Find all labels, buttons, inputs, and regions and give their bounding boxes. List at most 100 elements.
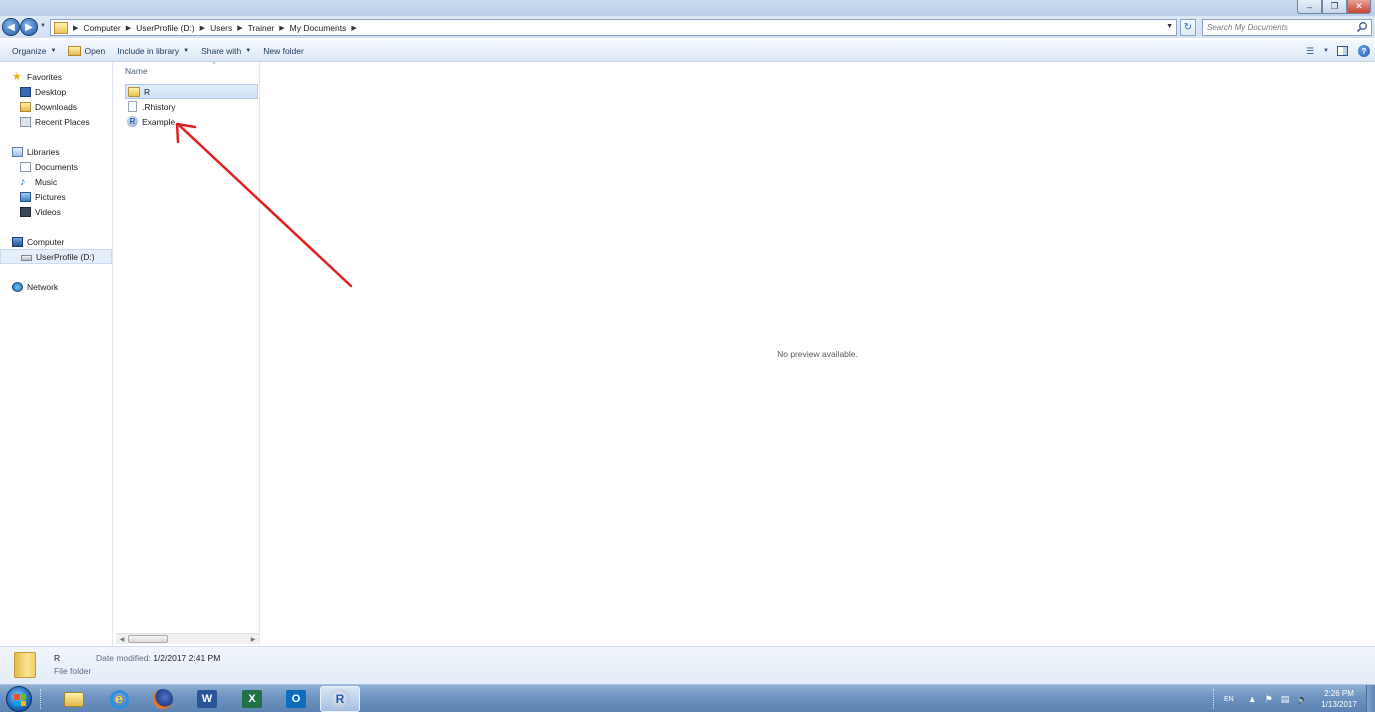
details-pane: R File folder Date modified: 1/2/2017 2:… [0, 646, 1375, 684]
show-hidden-icons-icon[interactable]: ▲ [1248, 694, 1257, 704]
minimize-button[interactable]: – [1297, 0, 1322, 14]
nav-computer[interactable]: Computer [12, 234, 112, 249]
taskbar-word[interactable]: W [187, 686, 227, 712]
nav-documents[interactable]: Documents [20, 159, 112, 174]
nav-downloads[interactable]: Downloads [20, 99, 112, 114]
clock[interactable]: 2:26 PM 1/13/2017 [1314, 688, 1364, 710]
scroll-left-icon[interactable]: ◀ [116, 636, 128, 643]
breadcrumb-separator-icon[interactable]: ▶ [279, 24, 284, 32]
include-in-library-button[interactable]: Include in library ▼ [111, 41, 195, 61]
windows-explorer-icon [64, 691, 84, 707]
sort-indicator-icon: ⌃ [211, 62, 217, 69]
breadcrumb-separator-icon[interactable]: ▶ [351, 24, 356, 32]
breadcrumb-separator-icon[interactable]: ▶ [200, 24, 205, 32]
help-button[interactable]: ? [1353, 41, 1375, 61]
network-tray-icon[interactable]: ▤ [1281, 694, 1290, 705]
taskbar-r[interactable]: R [320, 686, 360, 712]
refresh-icon[interactable]: ↻ [1180, 19, 1196, 36]
nav-recent-places[interactable]: Recent Places [20, 114, 112, 129]
breadcrumb-computer[interactable]: Computer [83, 23, 120, 33]
address-history-dropdown-icon[interactable]: ▼ [1166, 23, 1173, 30]
internet-explorer-icon: e [109, 689, 129, 709]
scroll-right-icon[interactable]: ▶ [247, 636, 259, 643]
nav-libraries[interactable]: Libraries [12, 144, 112, 159]
file-item-r-folder[interactable]: R [125, 84, 258, 99]
organize-label: Organize [12, 45, 47, 56]
breadcrumb-separator-icon[interactable]: ▶ [73, 24, 78, 32]
taskbar: e W X O R EN ▲ ⚑ ▤ 🔈 2:26 PM 1/13/2017 [0, 684, 1375, 712]
file-name: .Rhistory [142, 101, 176, 112]
preview-pane-icon[interactable] [1331, 41, 1353, 61]
chevron-down-icon: ▼ [245, 47, 252, 54]
word-icon: W [197, 690, 217, 708]
start-button[interactable] [6, 686, 32, 712]
breadcrumb-trainer[interactable]: Trainer [248, 23, 275, 33]
breadcrumb-separator-icon[interactable]: ▶ [126, 24, 131, 32]
breadcrumb-my-documents[interactable]: My Documents [290, 23, 347, 33]
organize-button[interactable]: Organize ▼ [6, 41, 62, 61]
nav-music-label: Music [35, 176, 58, 187]
address-bar[interactable]: ▶ Computer ▶ UserProfile (D:) ▶ Users ▶ … [50, 19, 1177, 36]
forward-arrow-icon[interactable]: ▶ [20, 18, 38, 36]
details-item-type: File folder [54, 666, 92, 676]
nav-favorites[interactable]: ★ Favorites [12, 69, 112, 84]
volume-icon[interactable]: 🔈 [1297, 694, 1308, 705]
nav-network[interactable]: Network [12, 279, 112, 294]
nav-pictures[interactable]: Pictures [20, 189, 112, 204]
action-center-flag-icon[interactable]: ⚑ [1265, 694, 1273, 705]
document-icon [128, 101, 137, 112]
nav-userprofile-drive[interactable]: UserProfile (D:) [0, 249, 112, 264]
show-desktop-button[interactable] [1366, 685, 1375, 712]
file-item-example[interactable]: R Example [125, 114, 258, 129]
taskbar-firefox[interactable] [143, 686, 183, 712]
breadcrumb-separator-icon[interactable]: ▶ [237, 24, 242, 32]
share-with-label: Share with [201, 45, 242, 56]
close-button[interactable]: ✕ [1347, 0, 1371, 14]
libraries-icon [12, 146, 23, 157]
date-modified-value: 1/2/2017 2:41 PM [153, 653, 221, 663]
breadcrumb-users[interactable]: Users [210, 23, 232, 33]
nav-downloads-label: Downloads [35, 101, 78, 112]
taskbar-excel[interactable]: X [232, 686, 272, 712]
navigation-pane: ★ Favorites Desktop Downloads Recent Pla… [0, 62, 113, 646]
nav-videos[interactable]: Videos [20, 204, 112, 219]
music-icon: ♪ [20, 175, 26, 188]
nav-userprofile-label: UserProfile (D:) [36, 251, 95, 262]
nav-videos-label: Videos [35, 206, 61, 217]
search-box[interactable] [1202, 19, 1372, 36]
taskbar-outlook[interactable]: O [276, 686, 316, 712]
restore-button[interactable]: ❐ [1322, 0, 1347, 14]
view-controls: ☰ ▼ ? [1299, 40, 1375, 62]
system-tray: EN ▲ ⚑ ▤ 🔈 [1213, 685, 1316, 712]
computer-icon [12, 236, 23, 247]
scrollbar-thumb[interactable] [128, 635, 168, 643]
clock-time: 2:26 PM [1324, 689, 1354, 698]
back-arrow-icon[interactable]: ◀ [2, 18, 20, 36]
new-folder-button[interactable]: New folder [257, 41, 310, 61]
view-options-dropdown-icon[interactable]: ▼ [1321, 41, 1331, 61]
column-header-name[interactable]: Name [125, 66, 148, 76]
column-header-label: Name [125, 66, 148, 76]
open-folder-icon [68, 45, 82, 56]
breadcrumb-userprofile[interactable]: UserProfile (D:) [136, 23, 195, 33]
preview-pane: No preview available. [260, 62, 1375, 646]
no-preview-message: No preview available. [777, 349, 858, 359]
details-date-modified: Date modified: 1/2/2017 2:41 PM [96, 653, 220, 663]
firefox-icon [153, 689, 173, 709]
nav-desktop[interactable]: Desktop [20, 84, 112, 99]
nav-favorites-label: Favorites [27, 71, 62, 82]
taskbar-windows-explorer[interactable] [54, 686, 94, 712]
open-button[interactable]: Open [62, 41, 111, 61]
file-item-rhistory[interactable]: .Rhistory [125, 99, 258, 114]
search-input[interactable] [1203, 20, 1353, 35]
language-indicator[interactable]: EN [1224, 696, 1234, 703]
taskbar-internet-explorer[interactable]: e [99, 686, 139, 712]
share-with-button[interactable]: Share with ▼ [195, 41, 257, 61]
horizontal-scrollbar[interactable]: ◀ ▶ [116, 633, 259, 644]
change-view-icon[interactable]: ☰ [1299, 41, 1321, 61]
nav-music[interactable]: ♪ Music [20, 174, 112, 189]
recent-pages-dropdown-icon[interactable]: ▼ [40, 23, 46, 29]
documents-icon [20, 161, 31, 172]
r-icon: R [330, 689, 350, 709]
search-icon[interactable] [1356, 21, 1368, 33]
